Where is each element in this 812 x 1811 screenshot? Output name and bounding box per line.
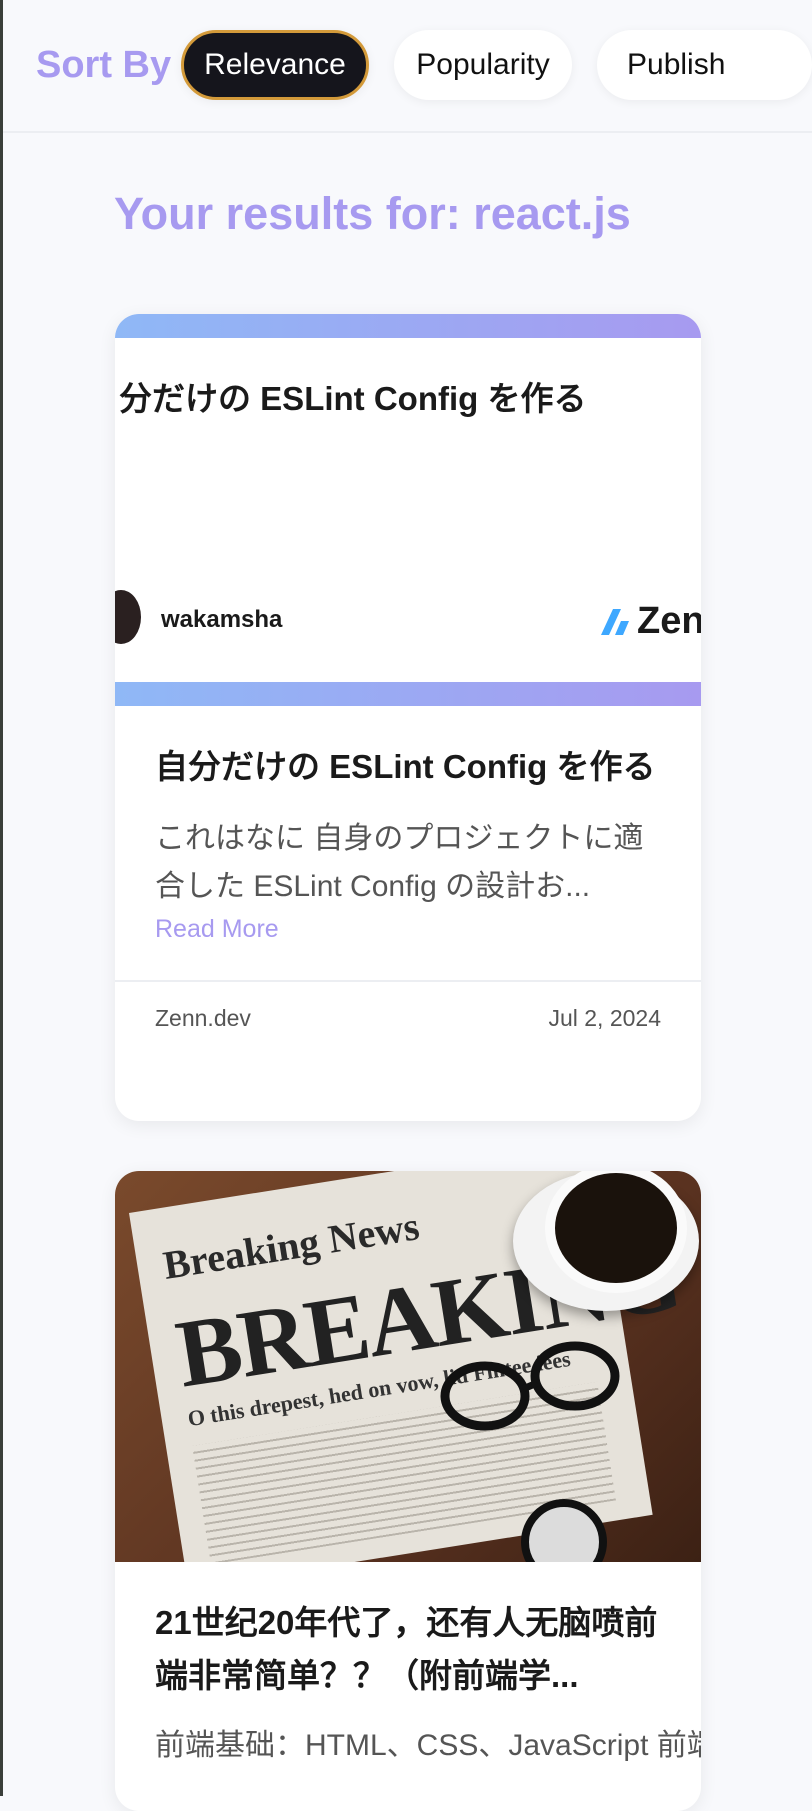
article-source: Zenn.dev: [155, 1004, 251, 1031]
thumbnail-author: wakamsha: [161, 606, 283, 633]
card-footer: Zenn.dev Jul 2, 2024: [115, 980, 701, 1054]
zenn-logo-text: Zen: [637, 600, 701, 642]
article-card[interactable]: 分だけの ESLint Config を作る wakamsha Zen 自分だけ…: [115, 314, 701, 1121]
article-card[interactable]: Breaking News BREAKING O this drepest, h…: [115, 1171, 701, 1811]
article-title[interactable]: 自分だけの ESLint Config を作る: [155, 740, 661, 793]
sort-bar: Sort By Relevance Popularity Publish: [3, 0, 812, 133]
read-more-link[interactable]: Read More: [155, 915, 279, 944]
sort-option-popularity[interactable]: Popularity: [394, 30, 572, 100]
sort-by-label: Sort By: [36, 44, 172, 86]
article-description: 前端基础：HTML、CSS、JavaScript 前端高级：HTML5、CSS3…: [155, 1729, 701, 1762]
zenn-logo: Zen: [599, 600, 701, 643]
card-body: 自分だけの ESLint Config を作る これはなに 自身のプロジェクトに…: [115, 706, 701, 944]
author-avatar: [115, 590, 141, 644]
article-thumbnail: 分だけの ESLint Config を作る wakamsha Zen: [115, 314, 701, 706]
article-title[interactable]: 21世纪20年代了，还有人无脑喷前端非常简单？？（附前端学...: [115, 1562, 701, 1702]
thumbnail-bottom-bar: [115, 682, 701, 706]
glasses-icon: [440, 1341, 620, 1431]
article-date: Jul 2, 2024: [548, 1004, 661, 1031]
article-description: これはなに 自身のプロジェクトに適合した ESLint Config の設計お.…: [155, 822, 644, 903]
sort-option-publish[interactable]: Publish: [597, 30, 812, 100]
results-title: Your results for: react.js: [114, 188, 631, 239]
window-left-edge: [0, 0, 3, 1796]
thumbnail-top-bar: [115, 314, 701, 338]
zenn-mark-icon: [601, 608, 629, 635]
thumbnail-title: 分だけの ESLint Config を作る: [119, 380, 587, 417]
article-thumbnail-newspaper: Breaking News BREAKING O this drepest, h…: [115, 1171, 701, 1562]
sort-option-relevance[interactable]: Relevance: [181, 30, 369, 100]
